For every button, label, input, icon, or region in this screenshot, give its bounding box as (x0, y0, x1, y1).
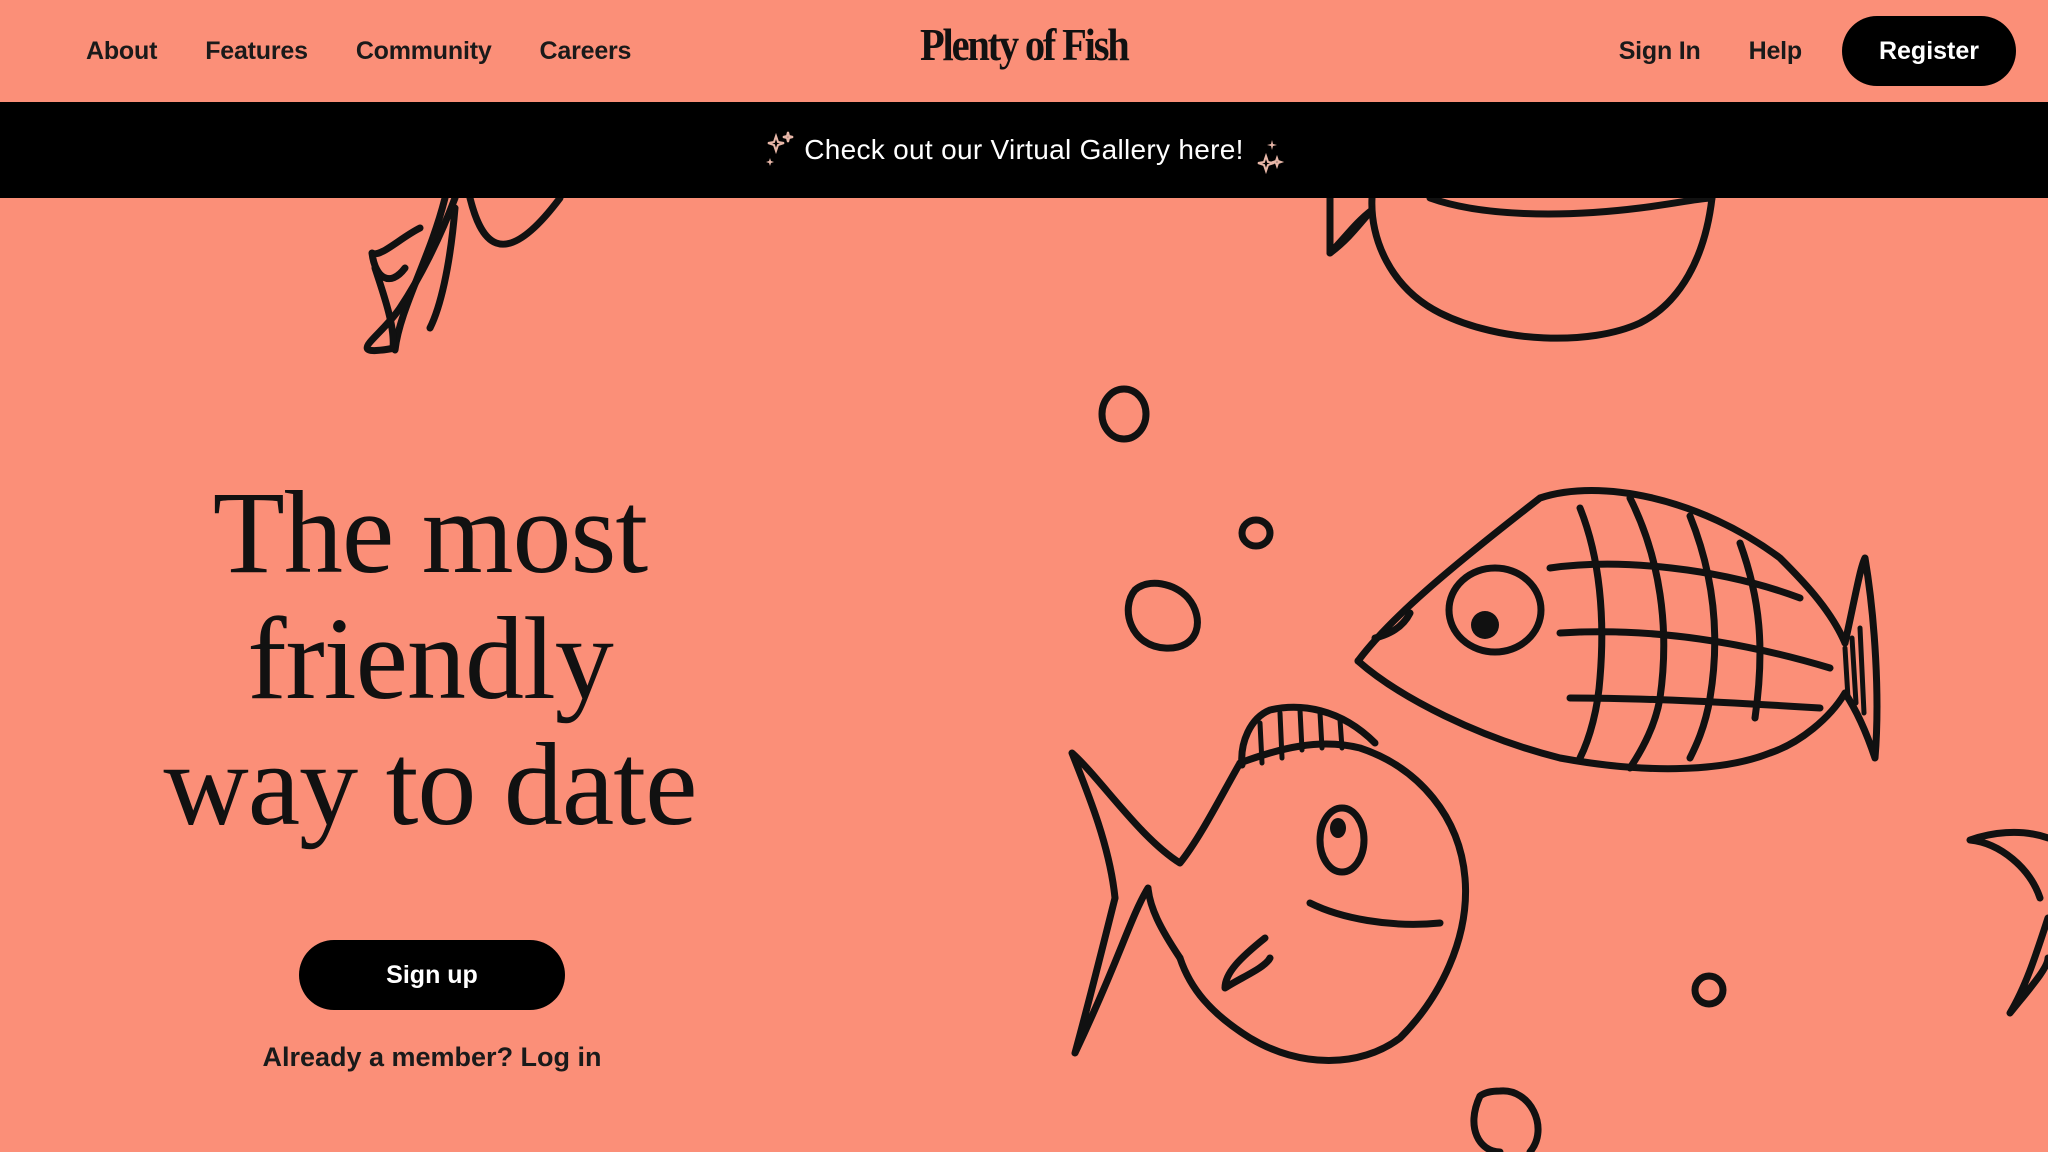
bubbles (1098, 385, 1727, 1152)
announcement-banner: Check out our Virtual Gallery here! (0, 102, 2048, 198)
account-nav: Sign In Help Register (1619, 0, 2016, 102)
banner-text: Check out our Virtual Gallery here! (804, 134, 1244, 165)
sign-up-button[interactable]: Sign up (299, 940, 565, 1010)
hero-title-line: way to date (163, 719, 698, 850)
landing-page: About Features Community Careers Plenty … (0, 0, 2048, 1152)
virtual-gallery-link[interactable]: Check out our Virtual Gallery here! (762, 122, 1286, 178)
sparkle-icon (1252, 134, 1286, 178)
nav-link-community[interactable]: Community (356, 37, 492, 66)
register-button[interactable]: Register (1842, 16, 2016, 86)
nav-link-careers[interactable]: Careers (540, 37, 632, 66)
site-logo[interactable]: Plenty of Fish (920, 18, 1130, 71)
nav-link-features[interactable]: Features (205, 37, 308, 66)
top-header: About Features Community Careers Plenty … (0, 0, 2048, 102)
help-link[interactable]: Help (1749, 37, 1803, 66)
hero-title: The most friendly way to date (60, 470, 800, 848)
sparkle-icon (762, 128, 796, 172)
fish-top-right-fragment (1326, 198, 1716, 342)
fish-fin-right-edge (1966, 828, 2048, 1017)
hero-title-line: The most (212, 467, 648, 598)
fish-tail-top-left (363, 198, 564, 355)
sign-in-link[interactable]: Sign In (1619, 37, 1701, 66)
primary-nav: About Features Community Careers (86, 0, 631, 102)
striped-fish (1354, 487, 1881, 773)
login-link[interactable]: Already a member? Log in (180, 1042, 684, 1073)
round-fish (1068, 703, 1470, 1064)
hero-title-line: friendly (247, 593, 614, 724)
nav-link-about[interactable]: About (86, 37, 157, 66)
